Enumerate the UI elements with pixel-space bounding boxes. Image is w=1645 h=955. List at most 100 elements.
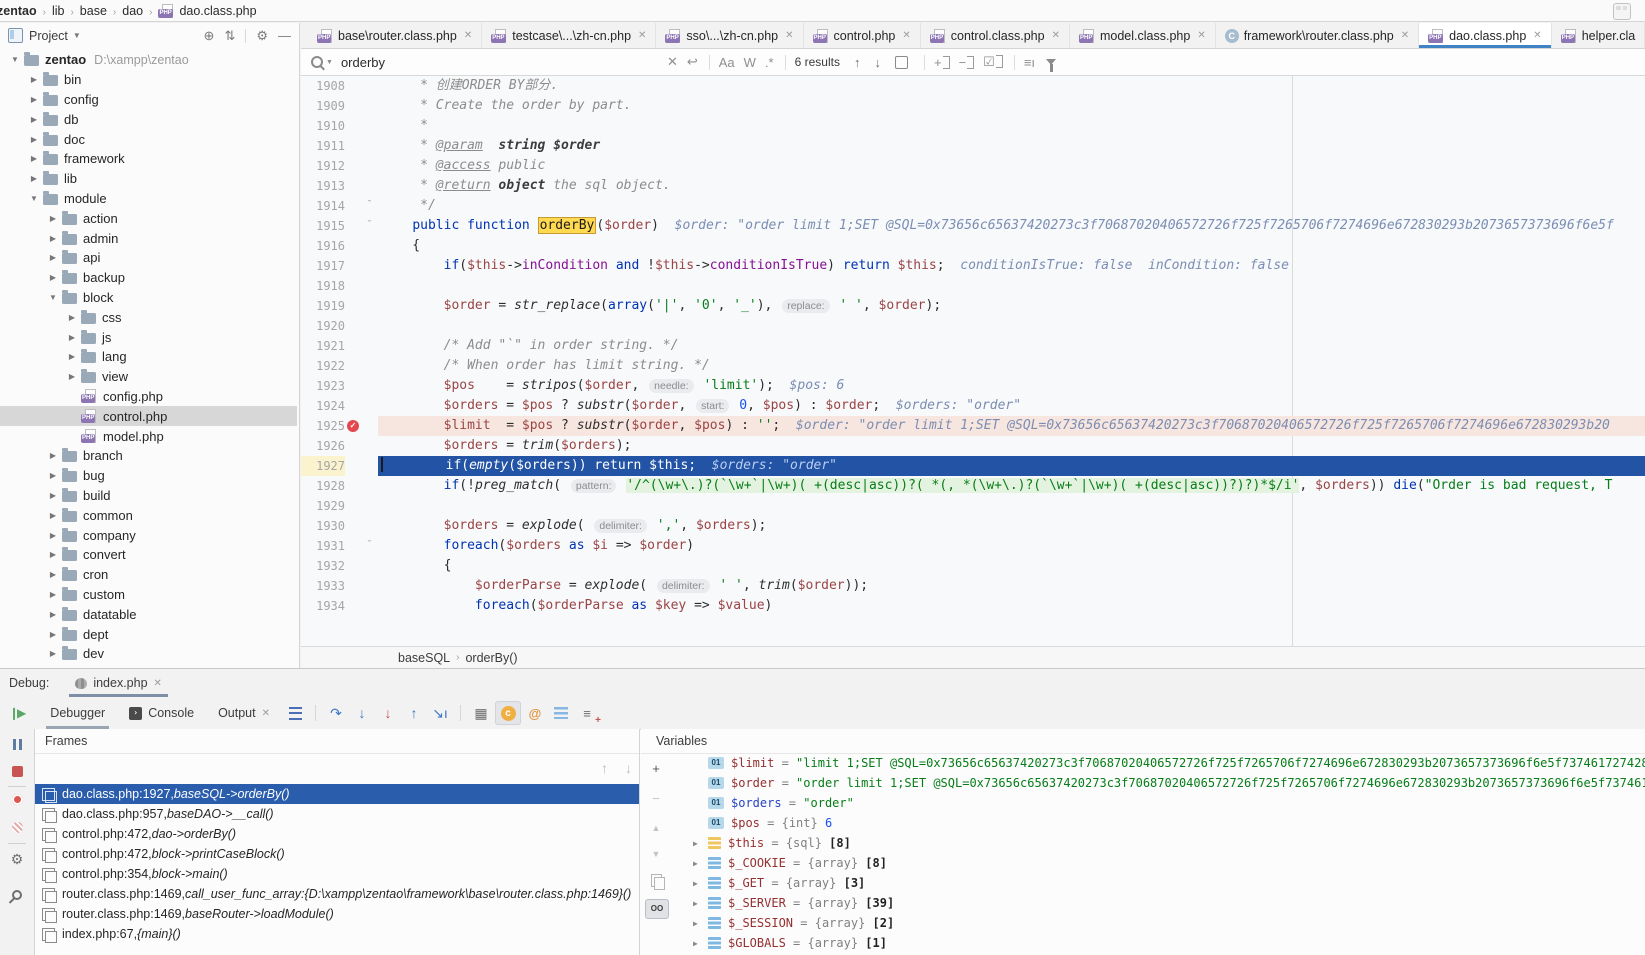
chevron-right-icon[interactable]: ▶ (25, 154, 43, 163)
words-toggle[interactable]: W (744, 55, 756, 70)
code-line-content[interactable]: /* When order has limit string. */ (378, 356, 1645, 376)
tree-row-zentao[interactable]: ▼zentaoD:\xampp\zentao (0, 50, 297, 70)
line-number[interactable]: 1914 (301, 196, 345, 216)
chevron-right-icon[interactable]: ▶ (693, 899, 708, 908)
variable-row[interactable]: ▶$this = {sql} [8] (669, 833, 1645, 853)
fold-slot[interactable]: ˇ (361, 536, 378, 556)
variable-row[interactable]: 01$orders = "order" (669, 793, 1645, 813)
add-to-watches-icon[interactable]: ≡ (575, 702, 599, 724)
code-line-content[interactable]: * (378, 116, 1645, 136)
select-all-occurrences-icon[interactable]: ☑ (983, 54, 1003, 70)
gutter-slot[interactable] (345, 96, 361, 116)
line-number[interactable]: 1922 (301, 356, 345, 376)
line-number[interactable]: 1934 (301, 596, 345, 616)
gutter-slot[interactable] (345, 176, 361, 196)
code-line-1923[interactable]: 1923 $pos = stripos($order, needle: 'lim… (301, 376, 1645, 396)
step-over-icon[interactable]: ↷ (324, 702, 348, 724)
fold-slot[interactable] (361, 396, 378, 416)
tree-row-custom[interactable]: ▶custom (0, 585, 297, 605)
editor-tab[interactable]: model.class.php✕ (1070, 23, 1216, 48)
previous-occurrence-icon[interactable]: ↑ (854, 55, 861, 70)
tree-row-dept[interactable]: ▶dept (0, 624, 297, 644)
fold-slot[interactable] (361, 136, 378, 156)
code-editor[interactable]: 1908 * 创建ORDER BY部分.1909 * Create the or… (301, 76, 1645, 647)
line-number[interactable]: 1911 (301, 136, 345, 156)
code-line-1920[interactable]: 1920 (301, 316, 1645, 336)
move-down-icon[interactable]: ▼ (647, 845, 665, 863)
numbered-list-icon[interactable] (549, 702, 573, 724)
chevron-right-icon[interactable]: ▶ (25, 174, 43, 183)
breadcrumb-member[interactable]: orderBy() (465, 651, 517, 665)
gutter-slot[interactable] (345, 116, 361, 136)
fold-slot[interactable]: ˆ (361, 196, 378, 216)
code-line-1921[interactable]: 1921 /* Add "`" in order string. */ (301, 336, 1645, 356)
line-number[interactable]: 1924 (301, 396, 345, 416)
code-line-content[interactable]: /* Add "`" in order string. */ (378, 336, 1645, 356)
next-occurrence-icon[interactable]: ↓ (874, 55, 881, 70)
gutter-slot[interactable] (345, 576, 361, 596)
code-line-content[interactable]: $orderParse = explode( delimiter: ' ', t… (378, 576, 1645, 596)
editor-tab[interactable]: framework\router.class.php✕ (1216, 23, 1419, 48)
tree-row-dev[interactable]: ▶dev (0, 644, 297, 664)
gutter-slot[interactable] (345, 456, 361, 476)
gutter-slot[interactable] (345, 196, 361, 216)
open-in-find-window-icon[interactable] (895, 56, 908, 69)
line-number[interactable]: 1909 (301, 96, 345, 116)
search-options-chevron-icon[interactable]: ▼ (326, 59, 333, 66)
code-line-1926[interactable]: 1926 $orders = trim($orders); (301, 436, 1645, 456)
chevron-right-icon[interactable]: ▶ (44, 214, 62, 223)
gutter-slot[interactable] (345, 336, 361, 356)
chevron-right-icon[interactable]: ▶ (44, 511, 62, 520)
layout-settings-icon[interactable] (283, 702, 307, 724)
run-to-cursor-icon[interactable]: ↘ı (428, 702, 452, 724)
chevron-right-icon[interactable]: ▶ (693, 879, 708, 888)
remove-watch-icon[interactable]: − (647, 789, 665, 807)
code-line-1918[interactable]: 1918 (301, 276, 1645, 296)
editor-tab[interactable]: control.class.php✕ (921, 23, 1070, 48)
fold-slot[interactable]: ˇ (361, 216, 378, 236)
chevron-right-icon[interactable]: ▶ (693, 919, 708, 928)
chevron-down-icon[interactable]: ▼ (25, 194, 43, 203)
chevron-down-icon[interactable]: ▼ (73, 31, 81, 40)
breadcrumb-item[interactable]: zentao (0, 4, 37, 18)
chevron-right-icon[interactable]: ▶ (44, 590, 62, 599)
code-line-content[interactable] (378, 316, 1645, 336)
line-number[interactable]: 1925 (301, 416, 345, 436)
line-number[interactable]: 1908 (301, 76, 345, 96)
editor-tab[interactable]: testcase\...\zh-cn.php✕ (482, 23, 656, 48)
tab-close-icon[interactable]: ✕ (1401, 30, 1409, 41)
tree-row-db[interactable]: ▶db (0, 109, 297, 129)
search-history-icon[interactable]: ↩ (687, 54, 698, 70)
tree-row-css[interactable]: ▶css (0, 307, 297, 327)
line-number[interactable]: 1933 (301, 576, 345, 596)
tab-close-icon[interactable]: ✕ (1533, 30, 1541, 41)
close-icon[interactable]: ✕ (262, 708, 270, 719)
fold-slot[interactable] (361, 336, 378, 356)
fold-slot[interactable] (361, 596, 378, 616)
tree-row-module[interactable]: ▼module (0, 189, 297, 209)
gutter-slot[interactable] (345, 316, 361, 336)
code-line-content[interactable]: * @param string $order (378, 136, 1645, 156)
chevron-down-icon[interactable]: ▼ (44, 293, 62, 302)
line-number[interactable]: 1917 (301, 256, 345, 276)
fold-slot[interactable] (361, 476, 378, 496)
code-line-content[interactable]: if(!preg_match( pattern: '/^(\w+\.)?(`\w… (378, 476, 1645, 496)
code-line-1924[interactable]: 1924 $orders = $pos ? substr($order, sta… (301, 396, 1645, 416)
hide-panel-icon[interactable]: — (278, 28, 291, 43)
fold-slot[interactable] (361, 156, 378, 176)
fold-slot[interactable] (361, 256, 378, 276)
line-number[interactable]: 1932 (301, 556, 345, 576)
code-line-content[interactable]: foreach($orderParse as $key => $value) (378, 596, 1645, 616)
chevron-right-icon[interactable]: ▶ (693, 939, 708, 948)
code-line-content[interactable]: $orders = $pos ? substr($order, start: 0… (378, 396, 1645, 416)
code-line-1934[interactable]: 1934 foreach($orderParse as $key => $val… (301, 596, 1645, 616)
tree-row-build[interactable]: ▶build (0, 486, 297, 506)
code-line-1914[interactable]: 1914ˆ */ (301, 196, 1645, 216)
chevron-right-icon[interactable]: ▶ (25, 115, 43, 124)
chevron-right-icon[interactable]: ▶ (25, 95, 43, 104)
next-frame-icon[interactable]: ↓ (625, 760, 632, 776)
code-line-1925[interactable]: 1925 $limit = $pos ? substr($order, $pos… (301, 416, 1645, 436)
frame-row[interactable]: dao.class.php:957, baseDAO->__call() (35, 804, 639, 824)
tree-row-convert[interactable]: ▶convert (0, 545, 297, 565)
chevron-right-icon[interactable]: ▶ (44, 649, 62, 658)
